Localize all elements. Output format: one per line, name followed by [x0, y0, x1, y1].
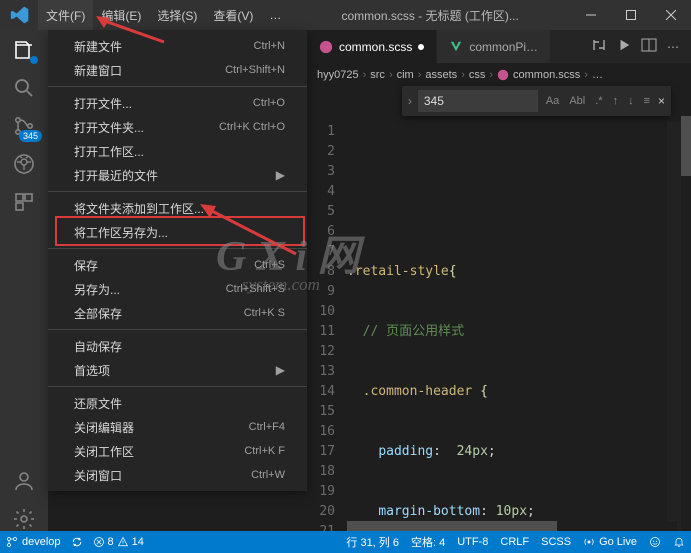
status-bar: develop 8 14 行 31, 列 6 空格: 4 UTF-8 CRLF … — [0, 531, 691, 553]
tab-common-scss[interactable]: common.scss — [307, 30, 437, 63]
split-editor-icon[interactable] — [641, 37, 657, 56]
menu-item-save-as[interactable]: 另存为...Ctrl+Shift+S — [48, 277, 307, 301]
menu-file[interactable]: 文件(F) — [38, 0, 93, 30]
find-match-case-button[interactable]: Aa — [544, 95, 561, 107]
menu-item-save[interactable]: 保存Ctrl+S — [48, 253, 307, 277]
minimap[interactable] — [667, 122, 681, 531]
window-title: common.scss - 无标题 (工作区)... — [289, 7, 571, 24]
find-close-button[interactable]: × — [658, 94, 665, 108]
branch-icon — [6, 536, 18, 548]
window-minimize-button[interactable] — [571, 0, 611, 30]
menu-separator — [48, 329, 307, 330]
activity-debug-icon[interactable] — [12, 152, 36, 176]
menu-item-revert-file[interactable]: 还原文件 — [48, 391, 307, 415]
code-editor[interactable]: 12345678910111213141516171819202122 .ret… — [307, 122, 691, 531]
more-actions-icon[interactable]: ⋯ — [667, 40, 681, 54]
activity-scm-icon[interactable]: 345 — [12, 114, 36, 138]
status-encoding[interactable]: UTF-8 — [457, 536, 488, 548]
find-match-word-button[interactable]: Abl — [567, 95, 587, 107]
title-bar: 文件(F) 编辑(E) 选择(S) 查看(V) … common.scss - … — [0, 0, 691, 30]
menu-separator — [48, 248, 307, 249]
status-eol[interactable]: CRLF — [500, 536, 529, 548]
menu-item-open-workspace[interactable]: 打开工作区... — [48, 139, 307, 163]
scrollbar-thumb[interactable] — [347, 521, 557, 531]
window-maximize-button[interactable] — [611, 0, 651, 30]
status-spaces[interactable]: 空格: 4 — [411, 534, 445, 550]
status-lncol[interactable]: 行 31, 列 6 — [346, 534, 399, 550]
menu-item-new-window[interactable]: 新建窗口Ctrl+Shift+N — [48, 58, 307, 82]
find-regex-button[interactable]: .* — [593, 95, 604, 107]
menu-item-save-workspace-as[interactable]: 将工作区另存为... — [48, 220, 307, 244]
find-prev-button[interactable]: ↑ — [611, 95, 621, 107]
tab-commonpi[interactable]: commonPi… — [437, 30, 551, 63]
menu-more[interactable]: … — [261, 0, 289, 30]
menu-selection[interactable]: 选择(S) — [149, 0, 205, 30]
scss-file-icon — [319, 40, 333, 54]
activity-explorer-icon[interactable] — [12, 38, 36, 62]
file-menu-dropdown: 新建文件Ctrl+N 新建窗口Ctrl+Shift+N 打开文件...Ctrl+… — [48, 30, 307, 491]
menu-view[interactable]: 查看(V) — [205, 0, 261, 30]
status-branch[interactable]: develop — [6, 536, 61, 548]
menu-edit[interactable]: 编辑(E) — [93, 0, 149, 30]
find-widget: › Aa Abl .* ↑ ↓ ≡ × — [402, 86, 671, 116]
menu-item-open-file[interactable]: 打开文件...Ctrl+O — [48, 91, 307, 115]
menu-separator — [48, 191, 307, 192]
code-lines: .retail-style{ // 页面公用样式 .common-header … — [347, 122, 691, 531]
editor-tabs: common.scss commonPi… ⋯ — [307, 30, 691, 64]
menu-separator — [48, 86, 307, 87]
tab-actions: ⋯ — [581, 30, 691, 63]
editor-area: common.scss commonPi… ⋯ hyy0725› src› ci… — [307, 30, 691, 531]
menu-item-close-editor[interactable]: 关闭编辑器Ctrl+F4 — [48, 415, 307, 439]
sync-icon — [71, 536, 83, 548]
error-icon — [93, 536, 105, 548]
status-lang[interactable]: SCSS — [541, 536, 571, 548]
menu-separator — [48, 386, 307, 387]
find-selection-button[interactable]: ≡ — [642, 95, 652, 107]
find-next-button[interactable]: ↓ — [626, 95, 636, 107]
find-input[interactable] — [418, 90, 538, 112]
vscode-logo-icon — [10, 5, 30, 25]
broadcast-icon — [583, 536, 595, 548]
menu-item-auto-save[interactable]: 自动保存 — [48, 334, 307, 358]
menu-item-open-folder[interactable]: 打开文件夹...Ctrl+K Ctrl+O — [48, 115, 307, 139]
status-bell-icon[interactable] — [673, 536, 685, 548]
activity-settings-icon[interactable] — [12, 507, 36, 531]
activity-bar: 345 — [0, 30, 48, 531]
menu-item-save-all[interactable]: 全部保存Ctrl+K S — [48, 301, 307, 325]
activity-extensions-icon[interactable] — [12, 190, 36, 214]
chevron-right-icon: ▶ — [276, 168, 285, 182]
chevron-right-icon: ▶ — [276, 363, 285, 377]
activity-search-icon[interactable] — [12, 76, 36, 100]
menubar: 文件(F) 编辑(E) 选择(S) 查看(V) … — [38, 0, 289, 30]
vertical-scrollbar[interactable] — [681, 86, 691, 531]
scss-file-icon — [497, 69, 509, 81]
line-gutter: 12345678910111213141516171819202122 — [307, 122, 347, 531]
menu-item-add-folder-to-workspace[interactable]: 将文件夹添加到工作区... — [48, 196, 307, 220]
find-expand-icon[interactable]: › — [408, 94, 412, 108]
breadcrumb[interactable]: hyy0725› src› cim› assets› css› common.s… — [307, 64, 691, 86]
window-close-button[interactable] — [651, 0, 691, 30]
activity-account-icon[interactable] — [12, 469, 36, 493]
run-icon[interactable] — [617, 38, 631, 55]
explorer-badge — [30, 56, 38, 64]
scrollbar-thumb[interactable] — [681, 116, 691, 176]
status-problems[interactable]: 8 14 — [93, 536, 144, 548]
menu-item-new-file[interactable]: 新建文件Ctrl+N — [48, 34, 307, 58]
status-feedback-icon[interactable] — [649, 536, 661, 548]
scm-badge: 345 — [19, 130, 42, 142]
menu-item-close-window[interactable]: 关闭窗口Ctrl+W — [48, 463, 307, 487]
horizontal-scrollbar[interactable] — [347, 521, 677, 531]
vue-file-icon — [449, 40, 463, 54]
window-controls — [571, 0, 691, 30]
menu-item-close-workspace[interactable]: 关闭工作区Ctrl+K F — [48, 439, 307, 463]
menu-item-open-recent[interactable]: 打开最近的文件▶ — [48, 163, 307, 187]
warning-icon — [117, 536, 129, 548]
menu-item-preferences[interactable]: 首选项▶ — [48, 358, 307, 382]
compare-changes-icon[interactable] — [591, 37, 607, 56]
modified-dot-icon — [418, 44, 424, 50]
status-sync[interactable] — [71, 536, 83, 548]
status-golive[interactable]: Go Live — [583, 536, 637, 548]
